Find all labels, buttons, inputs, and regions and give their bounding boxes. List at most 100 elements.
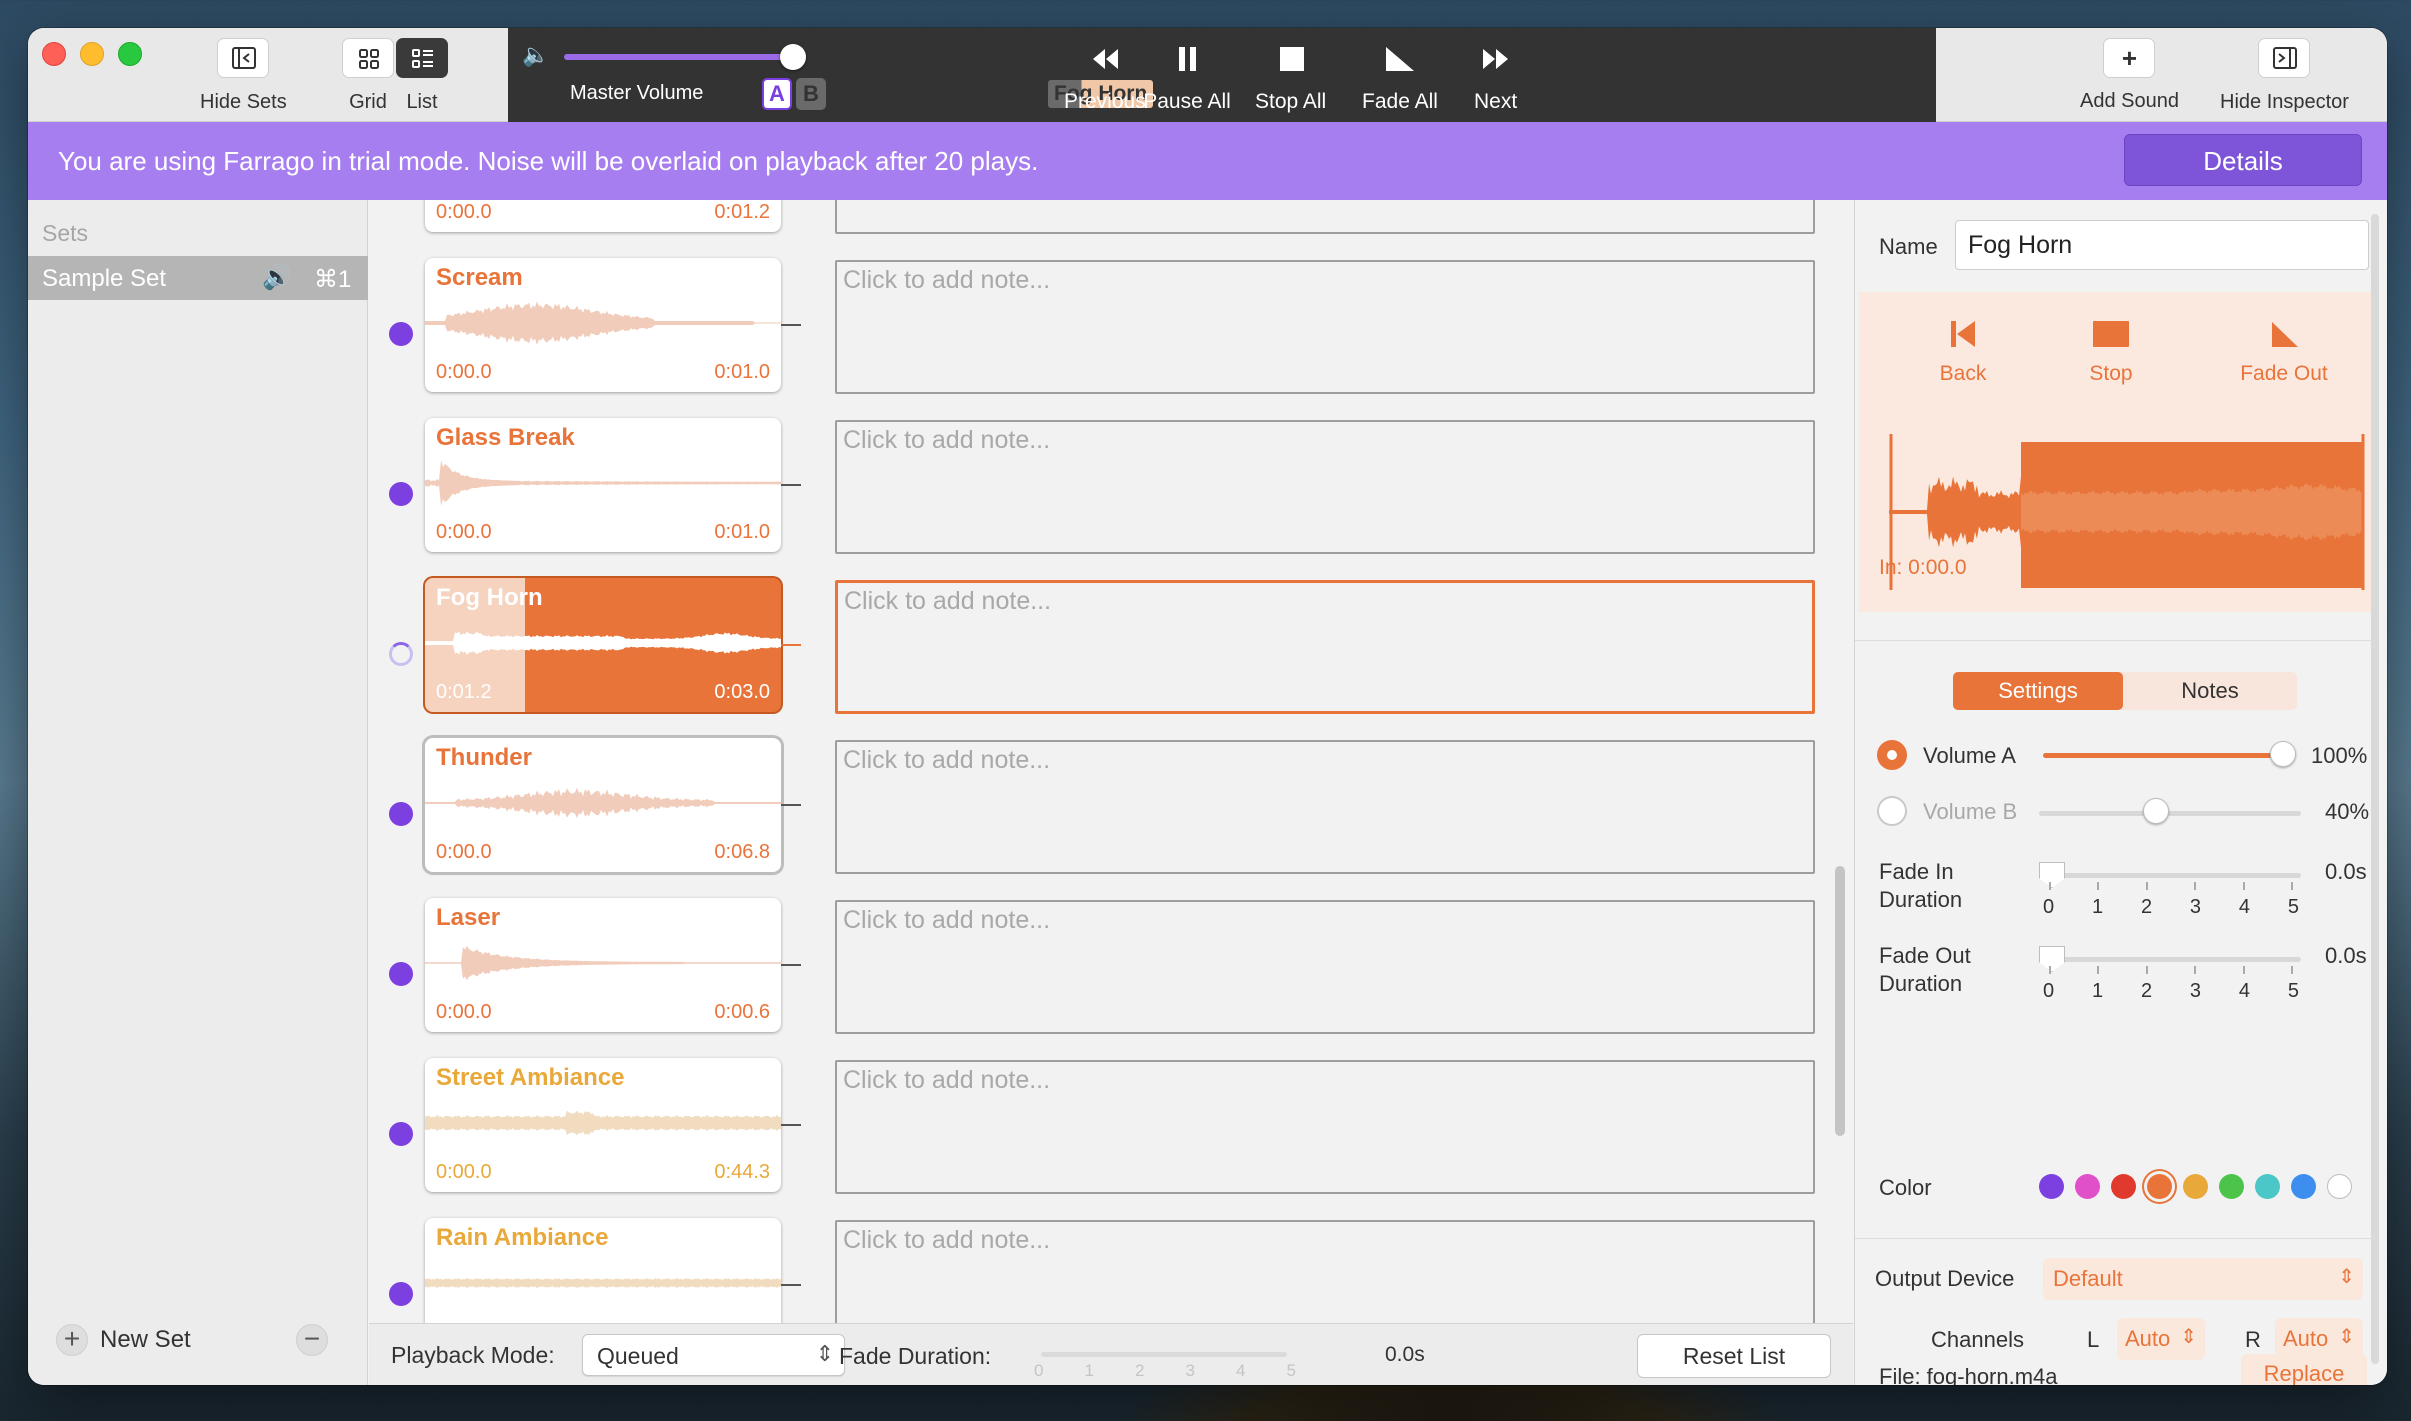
list-item: 0:00.0 0:01.2 (369, 200, 1853, 258)
master-volume-knob[interactable] (780, 44, 806, 70)
volume-a-toggle[interactable]: A (762, 78, 792, 110)
grid-view-button[interactable]: Grid (342, 38, 394, 114)
fade-duration-slider[interactable] (1041, 1352, 1287, 1357)
tick-label: 1 (2091, 980, 2104, 1002)
volume-a-slider[interactable] (2043, 753, 2283, 758)
note-field[interactable]: Click to add note... (835, 580, 1815, 714)
tab-notes[interactable]: Notes (2123, 672, 2297, 710)
playback-mode-select[interactable]: Queued ⇕ (582, 1334, 845, 1376)
note-field[interactable]: Click to add note... (835, 1220, 1815, 1323)
volume-a-radio[interactable] (1877, 740, 1907, 770)
color-dot (389, 1122, 413, 1146)
note-field[interactable] (835, 200, 1815, 234)
list-item: Rain Ambiance Click to add note... (369, 1218, 1853, 1323)
tile-start-time: 0:00.0 (436, 841, 492, 863)
color-swatch[interactable] (2327, 1174, 2352, 1199)
stop-label: Stop (2089, 362, 2133, 385)
color-swatch[interactable] (2075, 1174, 2100, 1199)
list-item: Glass Break 0:00.0 0:01.0 Click to add note… (369, 418, 1853, 578)
tick-label: 0 (2043, 896, 2055, 918)
stop-button[interactable]: Stop (2069, 312, 2153, 386)
sound-tile[interactable]: Street Ambiance 0:00.0 0:44.3 (425, 1058, 781, 1192)
minus-icon: − (296, 1324, 328, 1356)
color-swatch[interactable] (2255, 1174, 2280, 1199)
volume-b-toggle[interactable]: B (796, 78, 826, 110)
plus-icon: + (56, 1324, 88, 1356)
list-scrollbar[interactable] (1835, 866, 1845, 1136)
name-field[interactable]: Fog Horn (1955, 220, 2369, 270)
hide-sets-button[interactable]: Hide Sets (200, 38, 287, 114)
hide-inspector-button[interactable]: Hide Inspector (2220, 38, 2349, 114)
tick-label: 2 (2140, 980, 2153, 1002)
note-field[interactable]: Click to add note... (835, 740, 1815, 874)
back-button[interactable]: Back (1921, 312, 2005, 386)
minimize-button[interactable] (80, 42, 104, 66)
list-item: Thunder 0:00.0 0:06.8 Click to add note... (369, 738, 1853, 898)
reset-list-button[interactable]: Reset List (1637, 1334, 1831, 1378)
volume-a-knob[interactable] (2270, 741, 2296, 767)
fade-out-button[interactable]: Fade Out (2229, 312, 2339, 386)
note-field[interactable]: Click to add note... (835, 1060, 1815, 1194)
sound-tile[interactable]: Glass Break 0:00.0 0:01.0 (425, 418, 781, 552)
tick-label: 4 (2238, 896, 2250, 918)
left-channel-select[interactable]: Auto ⇕ (2117, 1318, 2205, 1360)
inspector-panel: Name Fog Horn Back Stop Fade Out In: 0:0… (1854, 200, 2387, 1385)
previous-button[interactable]: Previous (1064, 40, 1146, 114)
stop-all-button[interactable]: Stop All (1255, 40, 1326, 114)
tab-settings[interactable]: Settings (1953, 672, 2123, 710)
note-field[interactable]: Click to add note... (835, 260, 1815, 394)
sound-tile[interactable]: Scream 0:00.0 0:01.0 (425, 258, 781, 392)
master-volume-label: Master Volume (570, 82, 704, 104)
details-button[interactable]: Details (2124, 134, 2362, 186)
fade-out-slider[interactable] (2039, 957, 2301, 962)
volume-a-value: 100% (2311, 743, 2368, 768)
note-field[interactable]: Click to add note... (835, 900, 1815, 1034)
color-swatch[interactable] (2219, 1174, 2244, 1199)
waveform (425, 945, 781, 981)
sound-tile[interactable]: Fog Horn 0:01.2 0:03.0 (425, 578, 781, 712)
inspector-scrollbar[interactable] (2371, 214, 2379, 1364)
name-label: Name (1879, 234, 1938, 259)
sound-tile[interactable]: Laser 0:00.0 0:00.6 (425, 898, 781, 1032)
sound-tile[interactable]: Thunder 0:00.0 0:06.8 (425, 738, 781, 872)
fade-duration-ticks: 0 1 2 3 4 5 (1034, 1361, 1296, 1381)
color-swatch[interactable] (2039, 1174, 2064, 1199)
tile-name: Scream (436, 264, 523, 291)
tick-label: 1 (1084, 1361, 1094, 1380)
fade-in-slider[interactable] (2039, 873, 2301, 878)
color-swatch[interactable] (2111, 1174, 2136, 1199)
volume-b-radio[interactable] (1877, 796, 1907, 826)
list-item: Scream 0:00.0 0:01.0 Click to add note... (369, 258, 1853, 418)
volume-b-slider[interactable] (2039, 811, 2301, 816)
volume-b-knob[interactable] (2142, 798, 2169, 824)
sound-tile-partial[interactable]: 0:00.0 0:01.2 (425, 200, 781, 232)
list-item: Street Ambiance 0:00.0 0:44.3 Click to add … (369, 1058, 1853, 1218)
remove-set-button[interactable]: − (296, 1324, 328, 1356)
output-device-select[interactable]: Default ⇕ (2043, 1258, 2363, 1300)
color-dot (389, 802, 413, 826)
sidebar-item-sample-set[interactable]: Sample Set 🔊 ⌘1 (28, 256, 368, 300)
master-volume-slider[interactable] (564, 54, 789, 60)
tile-name: Laser (436, 904, 501, 931)
fade-all-button[interactable]: Fade All (1360, 40, 1440, 114)
list-view-button[interactable]: List (396, 38, 448, 114)
pause-all-button[interactable]: Pause All (1142, 40, 1232, 114)
tile-end-time: 0:01.2 (714, 201, 770, 223)
next-button[interactable]: Next (1474, 40, 1517, 114)
color-label: Color (1879, 1175, 1932, 1200)
replace-button[interactable]: Replace (2241, 1354, 2367, 1385)
new-set-button[interactable]: + New Set (56, 1324, 191, 1356)
zoom-button[interactable] (118, 42, 142, 66)
color-swatch[interactable] (2291, 1174, 2316, 1199)
plus-icon: + (2103, 38, 2156, 78)
waveform (425, 1110, 781, 1136)
fade-all-label: Fade All (1362, 90, 1438, 113)
tile-start-time: 0:00.0 (436, 1161, 492, 1183)
close-button[interactable] (42, 42, 66, 66)
sound-tile[interactable]: Rain Ambiance (425, 1218, 781, 1323)
toolbar: Hide Sets Grid List 🔈 Master Volume A B … (28, 28, 2387, 122)
add-sound-button[interactable]: + Add Sound (2080, 38, 2179, 113)
note-field[interactable]: Click to add note... (835, 420, 1815, 554)
color-swatch[interactable] (2147, 1174, 2172, 1199)
color-swatch[interactable] (2183, 1174, 2208, 1199)
